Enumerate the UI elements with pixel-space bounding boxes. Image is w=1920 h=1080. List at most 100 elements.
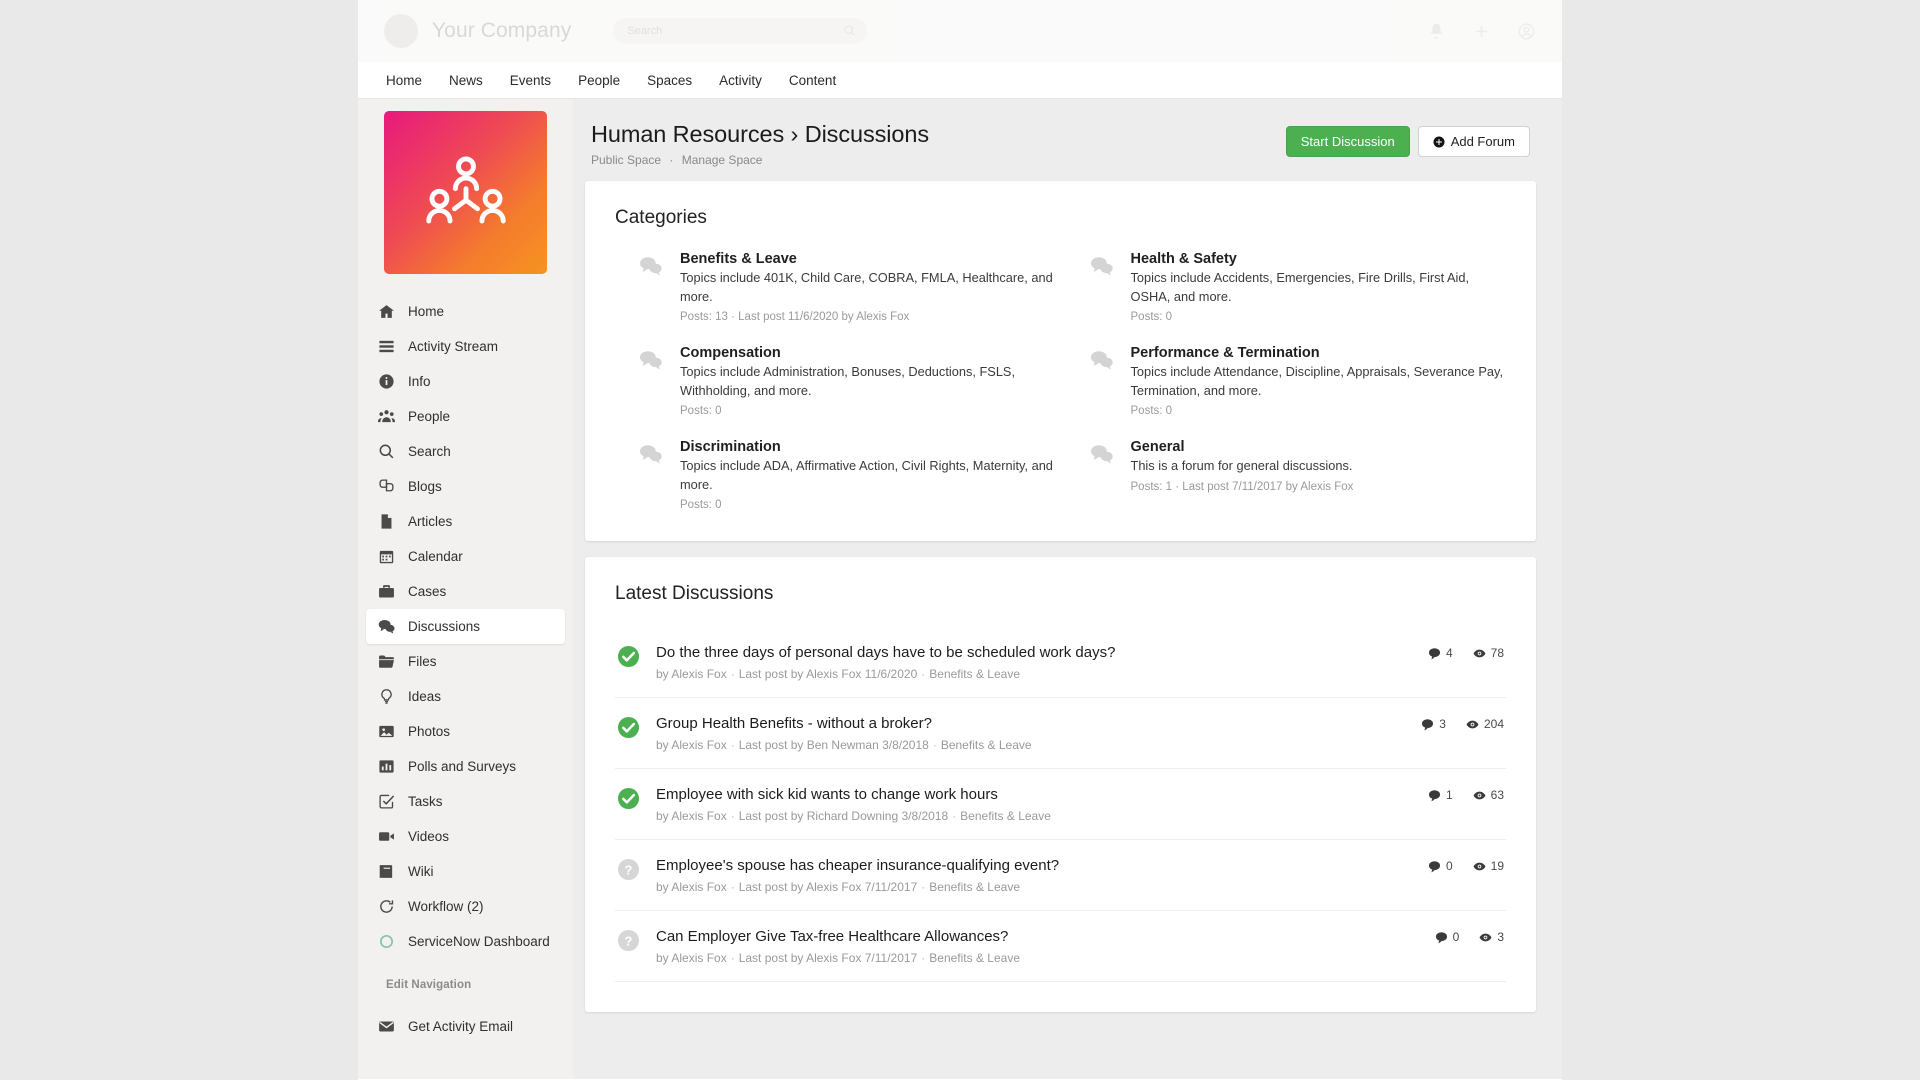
article-icon — [378, 513, 395, 530]
discussion-row[interactable]: Group Health Benefits - without a broker… — [615, 698, 1506, 769]
sidebar-item-servicenow-dashboard[interactable]: ServiceNow Dashboard — [366, 924, 565, 959]
sidebar-item-label: People — [408, 408, 450, 426]
discussion-title[interactable]: Employee's spouse has cheaper insurance-… — [656, 857, 1392, 874]
discussion-stats: 03 — [1408, 928, 1504, 944]
category-name[interactable]: Performance & Termination — [1131, 345, 1507, 361]
discussion-category[interactable]: Benefits & Leave — [929, 667, 1020, 681]
nav-item-spaces[interactable]: Spaces — [647, 73, 692, 88]
top-bar: Your Company — [358, 0, 1562, 62]
edit-navigation-link[interactable]: Edit Navigation — [366, 973, 565, 995]
sidebar-item-files[interactable]: Files — [366, 644, 565, 679]
nav-item-activity[interactable]: Activity — [719, 73, 762, 88]
sidebar-item-videos[interactable]: Videos — [366, 819, 565, 854]
nav-item-content[interactable]: Content — [789, 73, 836, 88]
discussion-row[interactable]: ? Employee's spouse has cheaper insurance… — [615, 840, 1506, 911]
chart-icon — [378, 758, 395, 775]
reply-count-value: 1 — [1446, 788, 1453, 802]
category-name[interactable]: Benefits & Leave — [680, 251, 1056, 267]
sidebar-item-photos[interactable]: Photos — [366, 714, 565, 749]
category-item[interactable]: DiscriminationTopics include ADA, Affirm… — [639, 439, 1056, 511]
book-icon — [378, 863, 395, 880]
bell-icon[interactable] — [1427, 22, 1446, 41]
sidebar-item-workflow-2[interactable]: Workflow (2) — [366, 889, 565, 924]
discussion-row[interactable]: ? Can Employer Give Tax-free Healthcare A… — [615, 911, 1506, 982]
sidebar-item-tasks[interactable]: Tasks — [366, 784, 565, 819]
meta-separator: · — [727, 738, 739, 752]
discussion-stats: 3204 — [1408, 715, 1504, 731]
discussion-title[interactable]: Do the three days of personal days have … — [656, 644, 1392, 661]
svg-text:?: ? — [625, 863, 633, 878]
nav-item-events[interactable]: Events — [510, 73, 551, 88]
reply-count-value: 0 — [1453, 930, 1460, 944]
plus-icon[interactable] — [1472, 22, 1491, 41]
start-discussion-button[interactable]: Start Discussion — [1286, 126, 1410, 157]
sidebar-item-ideas[interactable]: Ideas — [366, 679, 565, 714]
manage-space-link[interactable]: Manage Space — [682, 153, 763, 167]
brand[interactable]: Your Company — [384, 14, 571, 48]
info-icon — [378, 373, 395, 390]
discussion-title[interactable]: Can Employer Give Tax-free Healthcare Al… — [656, 928, 1392, 945]
category-name[interactable]: Discrimination — [680, 439, 1056, 455]
discussion-category[interactable]: Benefits & Leave — [929, 951, 1020, 965]
sidebar-item-wiki[interactable]: Wiki — [366, 854, 565, 889]
sidebar-item-discussions[interactable]: Discussions — [366, 609, 565, 644]
answered-icon — [617, 645, 640, 668]
view-count-value: 3 — [1497, 930, 1504, 944]
answered-icon — [617, 716, 640, 739]
brand-avatar — [384, 14, 418, 48]
category-item[interactable]: GeneralThis is a forum for general discu… — [1090, 439, 1507, 511]
discussion-category[interactable]: Benefits & Leave — [941, 738, 1032, 752]
speech-bubble-icon — [639, 349, 663, 371]
sidebar-footer-item-get-activity-email[interactable]: Get Activity Email — [366, 1009, 565, 1044]
discussion-meta: by Alexis Fox·Last post by Alexis Fox 7/… — [656, 880, 1392, 894]
sidebar-item-articles[interactable]: Articles — [366, 504, 565, 539]
category-item[interactable]: CompensationTopics include Administratio… — [639, 345, 1056, 417]
add-forum-button[interactable]: Add Forum — [1418, 126, 1530, 157]
subtitle-separator: · — [664, 153, 678, 167]
category-item[interactable]: Health & SafetyTopics include Accidents,… — [1090, 251, 1507, 323]
category-item[interactable]: Benefits & LeaveTopics include 401K, Chi… — [639, 251, 1056, 323]
discussion-title[interactable]: Group Health Benefits - without a broker… — [656, 715, 1392, 732]
discussion-stats: 478 — [1408, 644, 1504, 660]
sidebar-item-people[interactable]: People — [366, 399, 565, 434]
discussion-row[interactable]: Do the three days of personal days have … — [615, 627, 1506, 698]
sidebar-item-calendar[interactable]: Calendar — [366, 539, 565, 574]
category-item[interactable]: Performance & TerminationTopics include … — [1090, 345, 1507, 417]
nav-item-news[interactable]: News — [449, 73, 483, 88]
sidebar-item-home[interactable]: Home — [366, 294, 565, 329]
discussion-category[interactable]: Benefits & Leave — [929, 880, 1020, 894]
nav-item-home[interactable]: Home — [386, 73, 422, 88]
svg-text:?: ? — [625, 934, 633, 949]
category-name[interactable]: Compensation — [680, 345, 1056, 361]
account-icon[interactable] — [1517, 22, 1536, 41]
discussion-author: by Alexis Fox — [656, 951, 727, 965]
nav-item-people[interactable]: People — [578, 73, 620, 88]
sidebar-item-search[interactable]: Search — [366, 434, 565, 469]
search-icon — [378, 443, 395, 460]
reply-count-value: 3 — [1439, 717, 1446, 731]
video-icon — [378, 828, 395, 845]
sidebar-item-polls-and-surveys[interactable]: Polls and Surveys — [366, 749, 565, 784]
sidebar-item-label: Cases — [408, 583, 446, 601]
sidebar-item-activity-stream[interactable]: Activity Stream — [366, 329, 565, 364]
discussion-category[interactable]: Benefits & Leave — [960, 809, 1051, 823]
sidebar-item-info[interactable]: Info — [366, 364, 565, 399]
space-sidebar: HomeActivity StreamInfo People SearchBlogs… — [358, 99, 573, 1079]
sidebar-item-cases[interactable]: Cases — [366, 574, 565, 609]
discussion-row[interactable]: Employee with sick kid wants to change w… — [615, 769, 1506, 840]
public-space-label: Public Space — [591, 153, 661, 167]
company-name: Your Company — [432, 19, 571, 43]
view-count-value: 19 — [1491, 859, 1504, 873]
discussion-last-post: Last post by Ben Newman 3/8/2018 — [739, 738, 929, 752]
add-forum-label: Add Forum — [1451, 135, 1515, 148]
category-name[interactable]: Health & Safety — [1131, 251, 1507, 267]
discussion-title[interactable]: Employee with sick kid wants to change w… — [656, 786, 1392, 803]
sidebar-item-label: Calendar — [408, 548, 463, 566]
category-name[interactable]: General — [1131, 439, 1354, 455]
sidebar-item-label: Videos — [408, 828, 449, 846]
view-count-value: 78 — [1491, 646, 1504, 660]
sidebar-item-blogs[interactable]: Blogs — [366, 469, 565, 504]
search-input[interactable] — [613, 18, 867, 44]
global-search[interactable] — [613, 18, 867, 44]
meta-separator-2: · — [917, 880, 929, 894]
